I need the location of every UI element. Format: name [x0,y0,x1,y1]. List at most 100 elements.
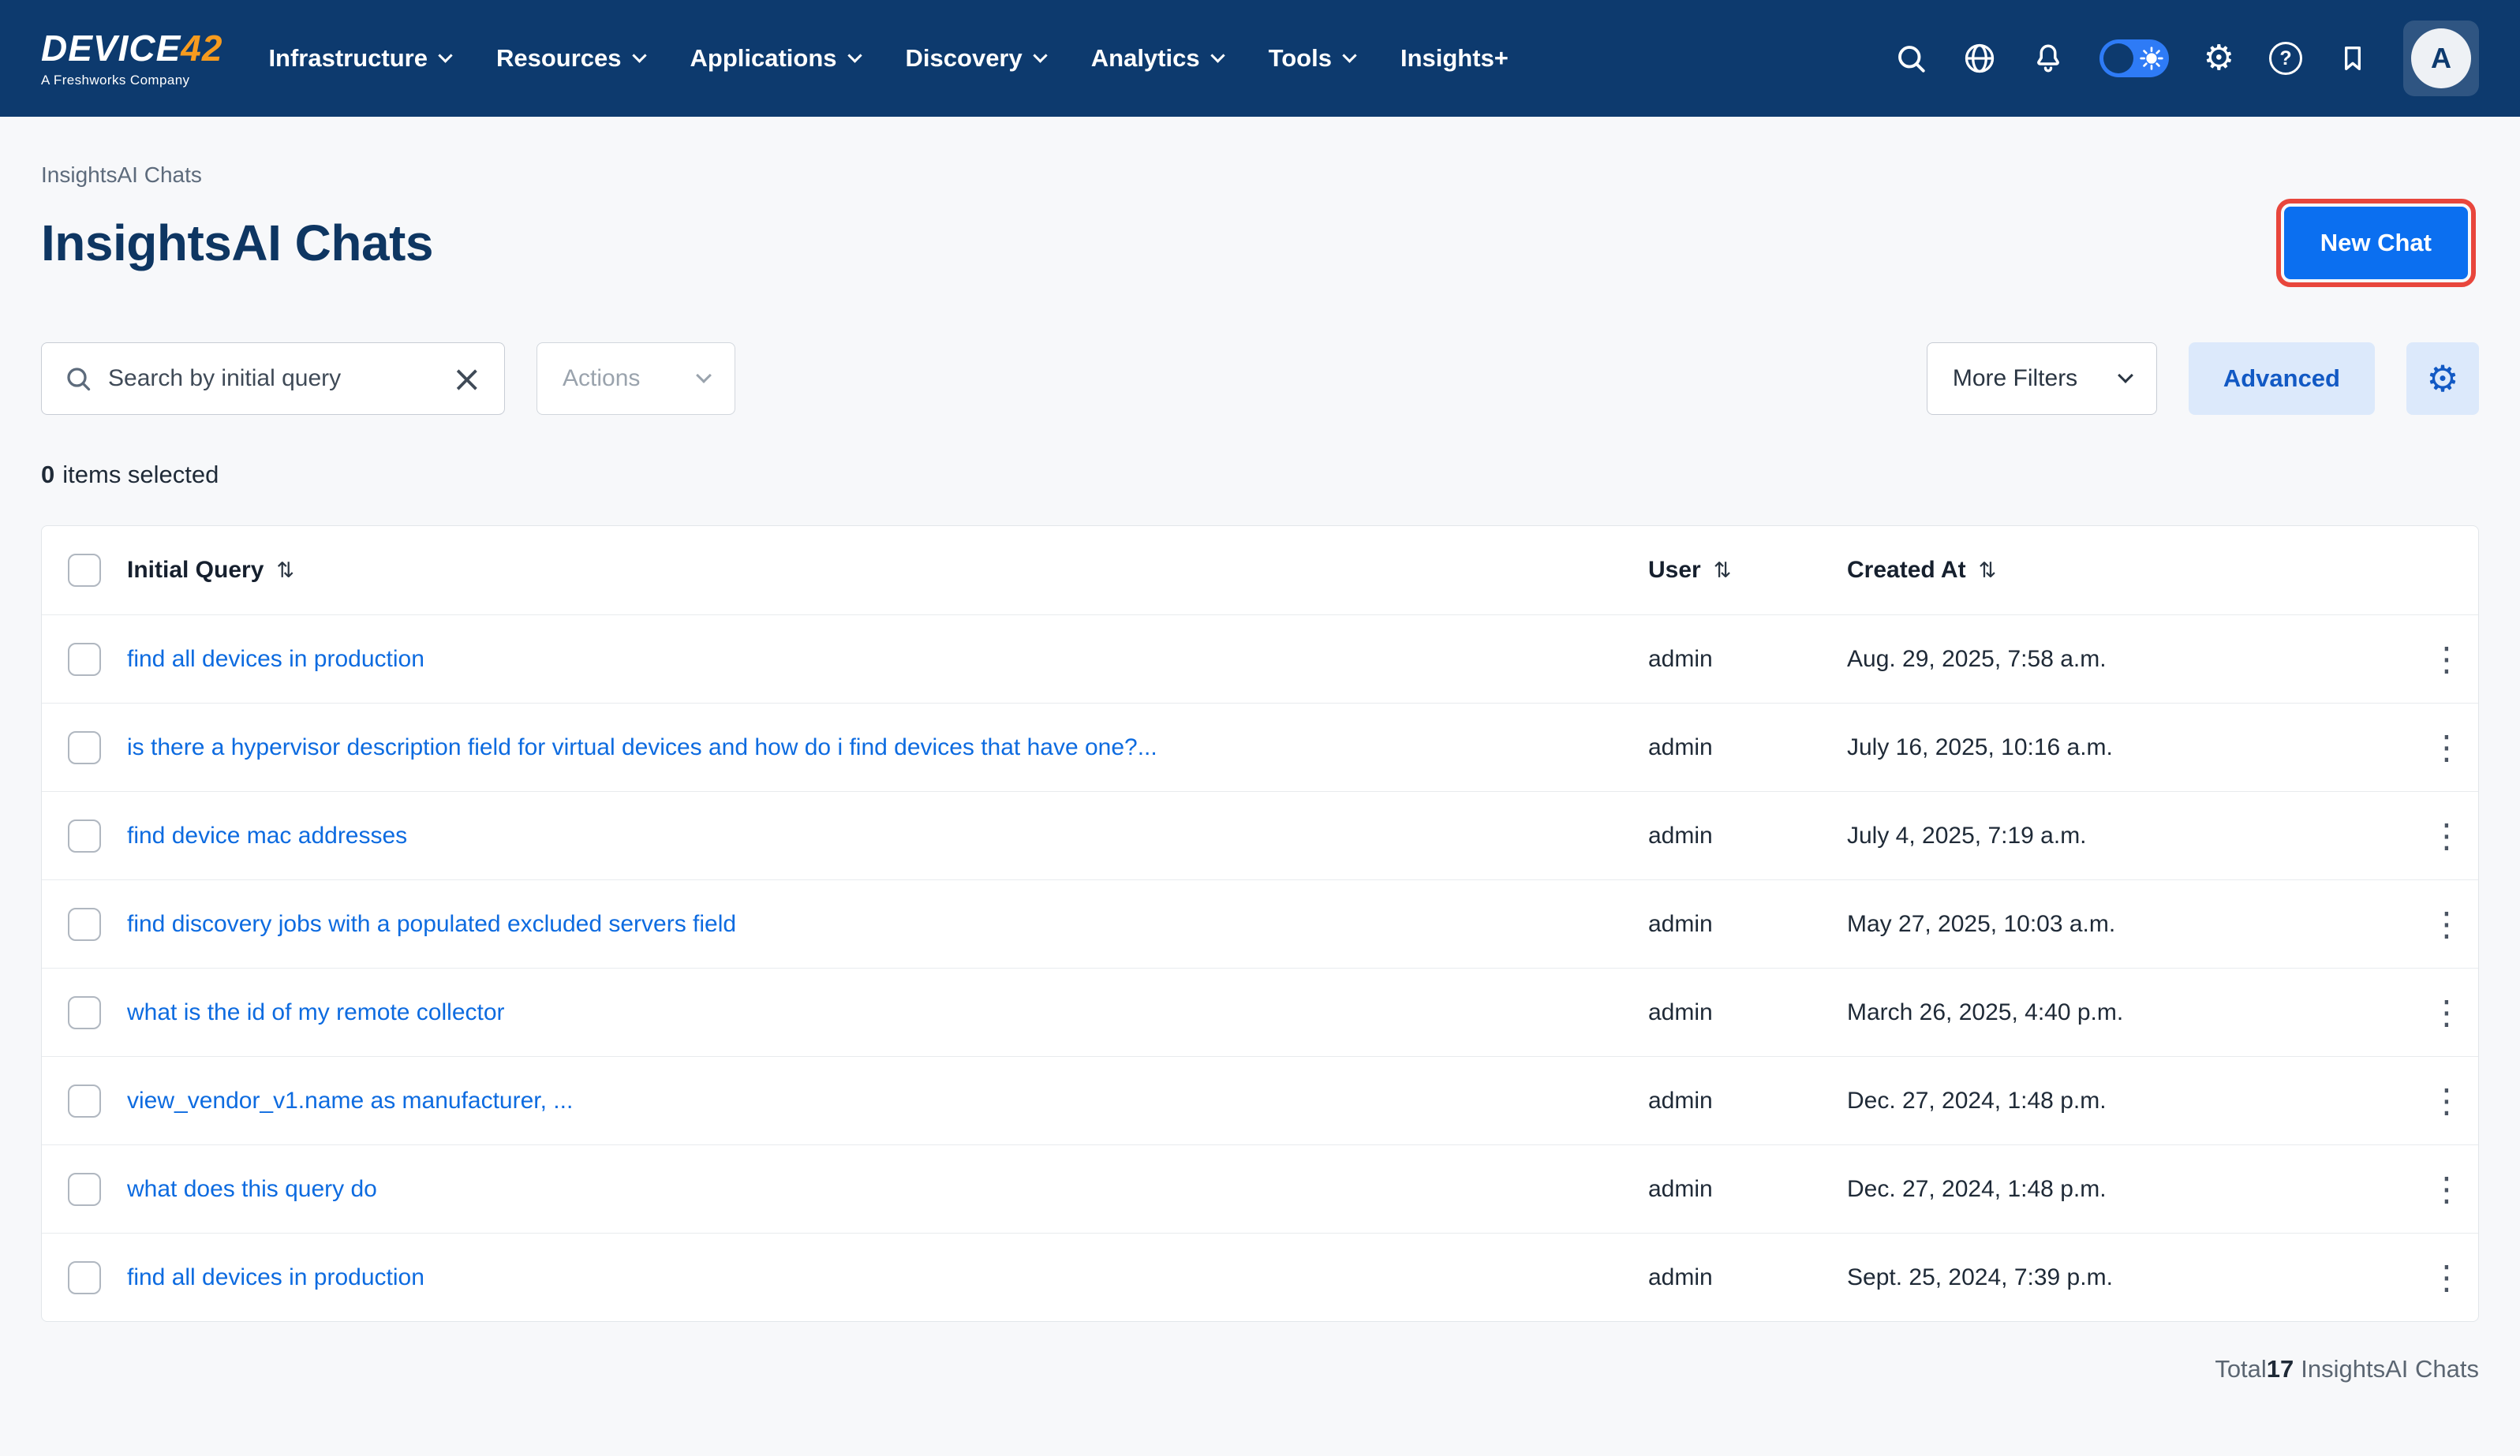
chats-table-body: find all devices in production admin Aug… [42,614,2478,1321]
gear-icon[interactable]: ⚙ [2204,41,2234,76]
table-row: find device mac addresses admin July 4, … [42,791,2478,879]
row-created-at: Dec. 27, 2024, 1:48 p.m. [1847,1176,2415,1203]
table-row: view_vendor_v1.name as manufacturer, ...… [42,1056,2478,1144]
table-row: what does this query do admin Dec. 27, 2… [42,1144,2478,1233]
row-checkbox[interactable] [68,643,101,676]
logo-subtitle: A Freshworks Company [41,73,222,87]
top-navigation-bar: DEVICE42 A Freshworks Company Infrastruc… [0,0,2520,117]
toolbar: × Actions More Filters Advanced ⚙ [41,342,2479,415]
chat-link[interactable]: view_vendor_v1.name as manufacturer, ... [127,1088,573,1114]
device42-logo[interactable]: DEVICE42 A Freshworks Company [41,30,222,87]
new-chat-button[interactable]: New Chat [2284,207,2468,279]
globe-icon[interactable] [1962,41,1997,76]
row-menu-icon[interactable]: ⋮ [2430,1173,2463,1206]
nav-item-discovery[interactable]: Discovery [906,44,1045,73]
row-menu-icon[interactable]: ⋮ [2430,996,2463,1029]
table-header-row: Initial Query⇅ User⇅ Created At⇅ [42,526,2478,614]
nav-item-applications[interactable]: Applications [690,44,860,73]
title-row: InsightsAI Chats New Chat [41,207,2479,279]
search-icon [64,364,92,393]
theme-toggle-knob [2103,43,2133,73]
user-avatar[interactable]: A [2403,21,2479,96]
row-created-at: Aug. 29, 2025, 7:58 a.m. [1847,646,2415,673]
table-row: is there a hypervisor description field … [42,703,2478,791]
help-icon[interactable]: ? [2269,42,2302,75]
row-created-at: May 27, 2025, 10:03 a.m. [1847,911,2415,938]
nav-item-analytics[interactable]: Analytics [1091,44,1223,73]
nav-item-infrastructure[interactable]: Infrastructure [268,44,451,73]
advanced-button[interactable]: Advanced [2189,342,2375,415]
chat-link[interactable]: find device mac addresses [127,823,407,849]
notifications-bell-icon[interactable] [2032,42,2065,75]
theme-toggle[interactable] [2099,39,2169,77]
row-menu-icon[interactable]: ⋮ [2430,819,2463,853]
row-menu-icon[interactable]: ⋮ [2430,731,2463,764]
column-header-user[interactable]: User⇅ [1648,557,1847,584]
row-checkbox[interactable] [68,996,101,1029]
nav-item-resources[interactable]: Resources [496,44,645,73]
row-user: admin [1648,999,1847,1026]
more-filters-dropdown[interactable]: More Filters [1927,342,2157,415]
row-menu-icon[interactable]: ⋮ [2430,908,2463,941]
table-settings-button[interactable]: ⚙ [2406,342,2479,415]
search-input[interactable] [108,365,436,392]
row-created-at: Sept. 25, 2024, 7:39 p.m. [1847,1264,2415,1291]
table-row: find all devices in production admin Aug… [42,614,2478,703]
sort-icon[interactable]: ⇅ [1979,558,1997,583]
main-nav: Infrastructure Resources Applications Di… [268,44,1508,73]
row-user: admin [1648,1176,1847,1203]
chat-link[interactable]: find all devices in production [127,646,424,672]
chat-link[interactable]: is there a hypervisor description field … [127,734,1157,760]
table-row: what is the id of my remote collector ad… [42,968,2478,1056]
actions-dropdown[interactable]: Actions [537,342,735,415]
selected-count: 0 [41,461,54,488]
nav-item-insights[interactable]: Insights+ [1400,44,1509,73]
nav-item-tools[interactable]: Tools [1269,44,1355,73]
clear-search-icon[interactable]: × [451,360,482,397]
row-user: admin [1648,823,1847,849]
row-checkbox[interactable] [68,731,101,764]
row-checkbox[interactable] [68,1173,101,1206]
selected-text: items selected [62,461,219,488]
chat-link[interactable]: find all devices in production [127,1264,424,1290]
sort-icon[interactable]: ⇅ [1714,558,1732,583]
logo-text: DEVICE42 [41,30,222,66]
bookmark-icon[interactable] [2337,43,2369,74]
row-checkbox[interactable] [68,908,101,941]
chat-link[interactable]: what does this query do [127,1176,377,1202]
chat-link[interactable]: what is the id of my remote collector [127,999,505,1025]
sun-icon [2139,46,2164,71]
chevron-down-icon [847,48,862,62]
row-menu-icon[interactable]: ⋮ [2430,1261,2463,1294]
total-label: Total [2215,1355,2266,1383]
row-created-at: March 26, 2025, 4:40 p.m. [1847,999,2415,1026]
chevron-down-icon [1210,48,1224,62]
row-menu-icon[interactable]: ⋮ [2430,643,2463,676]
search-icon[interactable] [1894,42,1927,75]
total-count-line: Total17InsightsAI Chats [41,1355,2479,1383]
row-user: admin [1648,911,1847,938]
avatar-initial: A [2411,28,2471,88]
row-user: admin [1648,1088,1847,1114]
row-user: admin [1648,1264,1847,1291]
chats-table: Initial Query⇅ User⇅ Created At⇅ find al… [41,525,2479,1322]
sort-icon[interactable]: ⇅ [276,558,294,583]
column-header-initial-query[interactable]: Initial Query⇅ [127,557,1648,584]
row-user: admin [1648,734,1847,761]
selected-count-line: 0 items selected [41,461,2479,489]
select-all-checkbox[interactable] [68,554,101,587]
table-row: find discovery jobs with a populated exc… [42,879,2478,968]
row-created-at: July 16, 2025, 10:16 a.m. [1847,734,2415,761]
table-row: find all devices in production admin Sep… [42,1233,2478,1321]
total-suffix: InsightsAI Chats [2301,1355,2479,1383]
row-checkbox[interactable] [68,1085,101,1118]
page-title: InsightsAI Chats [41,214,433,272]
column-header-created-at[interactable]: Created At⇅ [1847,557,2415,584]
row-checkbox[interactable] [68,1261,101,1294]
row-menu-icon[interactable]: ⋮ [2430,1085,2463,1118]
chat-link[interactable]: find discovery jobs with a populated exc… [127,911,736,937]
row-checkbox[interactable] [68,819,101,853]
main-content: InsightsAI Chats InsightsAI Chats New Ch… [0,117,2520,1383]
breadcrumb[interactable]: InsightsAI Chats [41,162,2479,188]
search-box: × [41,342,505,415]
